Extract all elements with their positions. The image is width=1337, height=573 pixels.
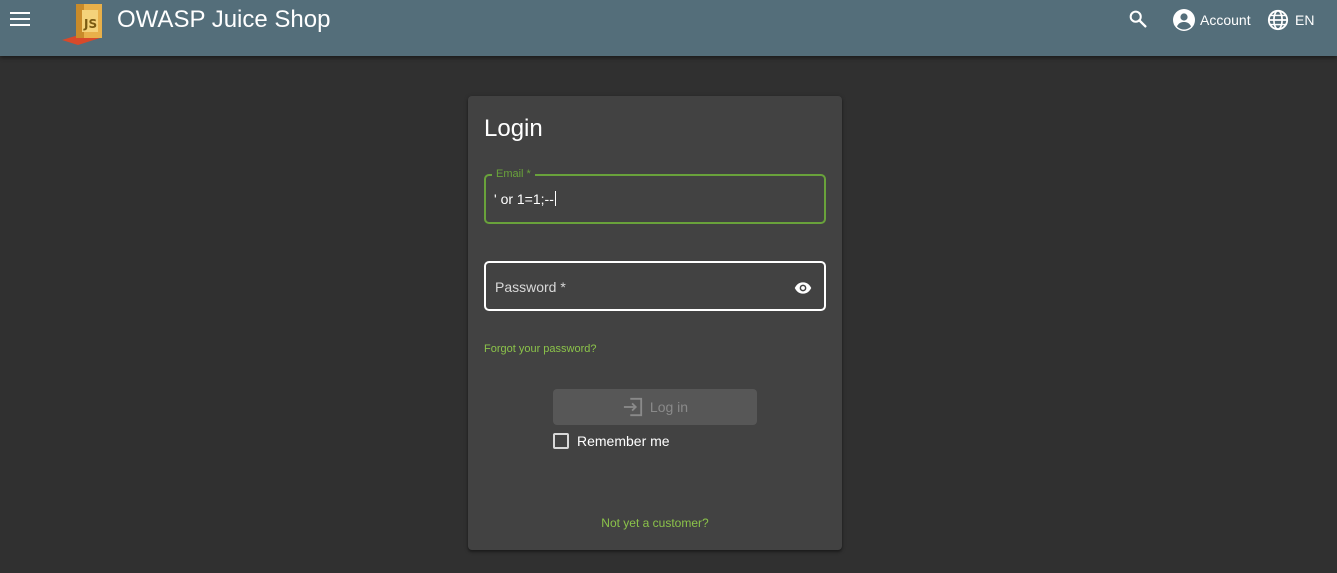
app-title[interactable]: OWASP Juice Shop [117, 6, 330, 34]
forgot-password-link[interactable]: Forgot your password? [484, 343, 597, 355]
account-circle-icon [1173, 9, 1195, 31]
password-placeholder: Password * [495, 279, 566, 295]
search-icon[interactable] [1127, 8, 1149, 30]
login-button[interactable]: Log in [553, 389, 757, 425]
login-icon [623, 397, 643, 417]
password-field[interactable]: Password * [484, 261, 826, 311]
account-button[interactable]: Account [1172, 8, 1251, 32]
visibility-icon[interactable] [794, 279, 812, 297]
email-input[interactable]: ' or 1=1;-- [494, 190, 794, 208]
email-field[interactable]: Email * ' or 1=1;-- [484, 167, 826, 224]
svg-text:JS: JS [83, 17, 97, 31]
language-button[interactable]: EN [1267, 8, 1314, 32]
top-toolbar: JS OWASP Juice Shop Account EN [0, 0, 1337, 56]
text-caret [554, 191, 556, 206]
menu-icon[interactable] [8, 6, 34, 32]
login-card: Login Email * ' or 1=1;-- Password * For… [468, 96, 842, 550]
remember-me-label: Remember me [577, 433, 670, 449]
language-label: EN [1295, 12, 1315, 28]
register-link[interactable]: Not yet a customer? [468, 516, 842, 530]
login-title: Login [484, 115, 543, 142]
juice-shop-logo[interactable]: JS [60, 0, 114, 46]
remember-me[interactable]: Remember me [553, 433, 670, 449]
remember-me-checkbox[interactable] [553, 433, 569, 449]
email-label: Email * [492, 167, 535, 181]
email-value: ' or 1=1;-- [494, 191, 554, 207]
account-label: Account [1200, 12, 1251, 28]
globe-icon [1267, 9, 1289, 31]
login-button-label: Log in [649, 399, 689, 415]
